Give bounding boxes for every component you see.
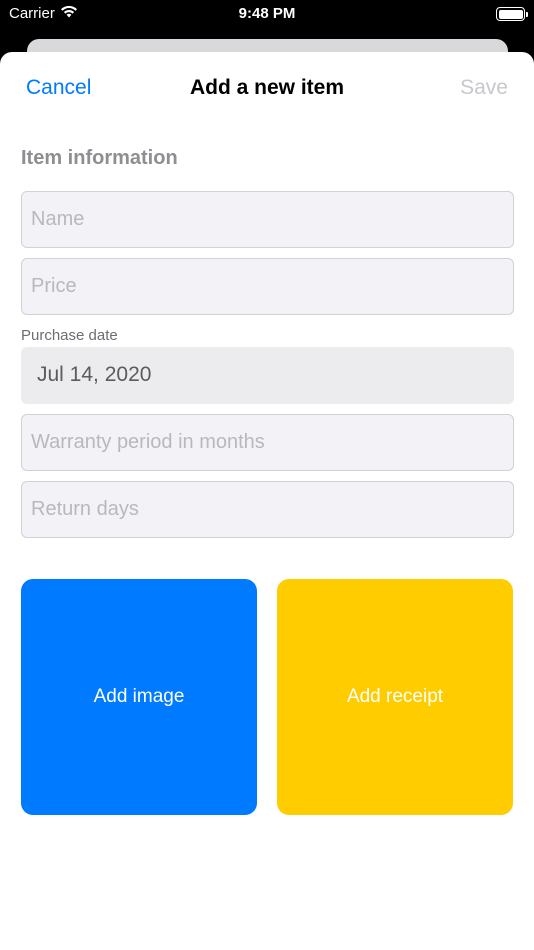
purchase-date-picker[interactable]: Jul 14, 2020 bbox=[21, 347, 514, 404]
status-bar: Carrier 9:48 PM bbox=[0, 0, 534, 30]
navigation-bar: Cancel Add a new item Save bbox=[0, 52, 534, 124]
section-title: Item information bbox=[21, 147, 178, 169]
warranty-field[interactable] bbox=[21, 414, 514, 471]
add-image-button[interactable]: Add image bbox=[21, 579, 257, 815]
save-button[interactable]: Save bbox=[460, 76, 508, 100]
add-receipt-button[interactable]: Add receipt bbox=[277, 579, 513, 815]
cancel-button[interactable]: Cancel bbox=[26, 76, 91, 100]
return-days-field[interactable] bbox=[21, 481, 514, 538]
modal-sheet: Cancel Add a new item Save Item informat… bbox=[0, 52, 534, 950]
name-field[interactable] bbox=[21, 191, 514, 248]
battery-icon bbox=[496, 7, 528, 21]
purchase-date-label: Purchase date bbox=[21, 327, 118, 344]
status-time: 9:48 PM bbox=[238, 5, 296, 22]
battery-level bbox=[498, 9, 523, 19]
price-field[interactable] bbox=[21, 258, 514, 315]
